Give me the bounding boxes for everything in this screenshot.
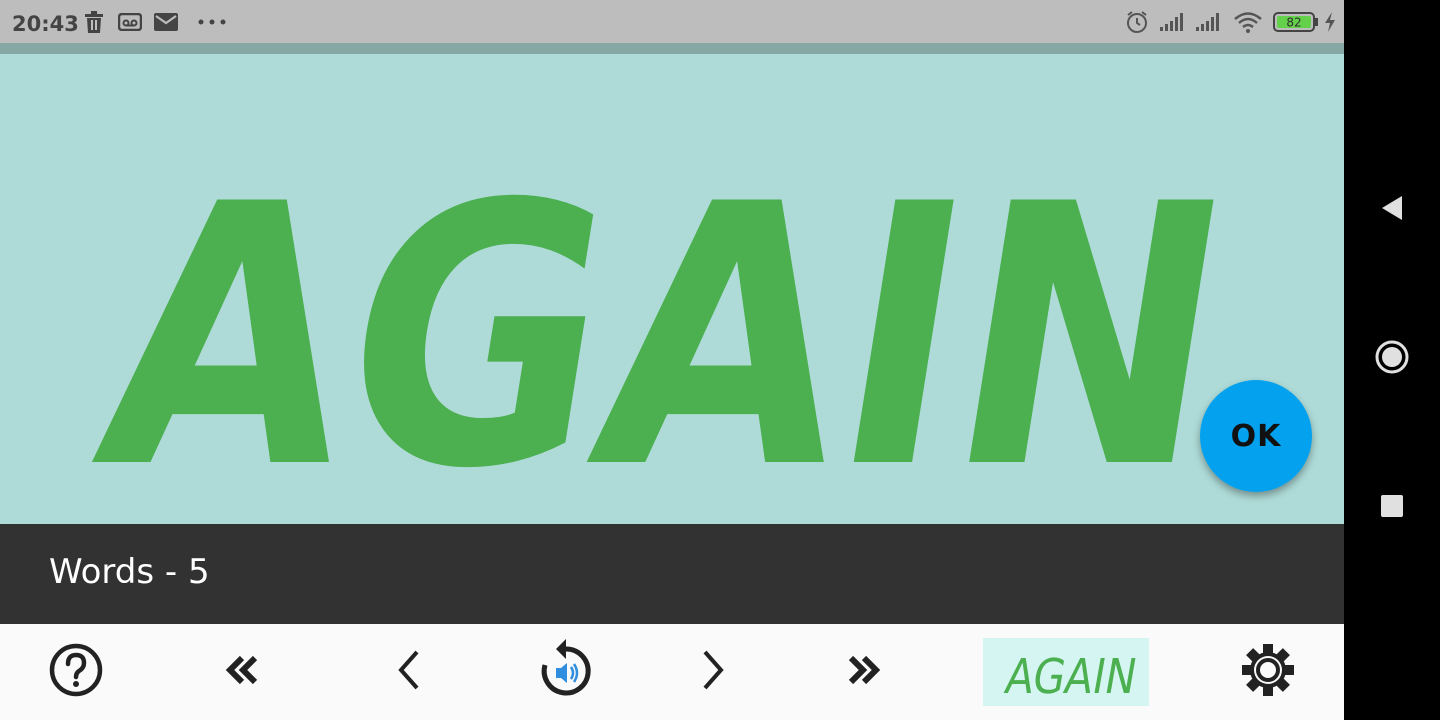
bottom-toolbar: AGAIN <box>0 624 1344 720</box>
help-icon <box>48 642 104 703</box>
words-count-label: Words - 5 <box>49 552 210 592</box>
last-button[interactable] <box>824 624 904 720</box>
alarm-icon <box>1124 0 1150 43</box>
status-bar: 20:43 82 <box>0 0 1344 43</box>
status-time: 20:43 <box>12 12 79 36</box>
wifi-icon <box>1232 0 1264 43</box>
battery-level: 82 <box>1286 15 1301 29</box>
next-button[interactable] <box>672 624 752 720</box>
mail-icon <box>153 0 179 43</box>
back-button[interactable] <box>1344 170 1440 250</box>
app-screen: 20:43 82 AGAIN OK Words - 5 AGAIN <box>0 0 1344 720</box>
recents-icon <box>1380 494 1404 523</box>
previous-button[interactable] <box>370 624 450 720</box>
word-display: AGAIN <box>77 129 1253 524</box>
home-icon <box>1374 339 1410 380</box>
recents-button[interactable] <box>1344 468 1440 548</box>
thumbnail-word: AGAIN <box>1001 649 1141 705</box>
back-icon <box>1380 194 1404 227</box>
more-dots-icon <box>197 0 227 43</box>
ok-button[interactable]: OK <box>1200 380 1312 492</box>
replay-audio-button[interactable] <box>526 624 606 720</box>
info-bar: Words - 5 <box>0 524 1344 624</box>
settings-button[interactable] <box>1228 624 1308 720</box>
app-top-strip <box>0 43 1344 54</box>
last-icon <box>844 652 884 693</box>
replay-audio-icon <box>536 637 596 708</box>
voicemail-icon <box>117 0 143 43</box>
trash-icon <box>82 0 106 43</box>
navigation-bar <box>1344 0 1440 720</box>
settings-icon <box>1240 642 1296 703</box>
next-icon <box>697 648 727 697</box>
signal-icon <box>1158 0 1188 43</box>
help-button[interactable] <box>36 624 116 720</box>
signal-icon <box>1194 0 1224 43</box>
home-button[interactable] <box>1344 319 1440 399</box>
word-text: AGAIN <box>77 129 1253 524</box>
battery-icon: 82 <box>1272 0 1320 43</box>
previous-icon <box>395 648 425 697</box>
word-thumbnail[interactable]: AGAIN <box>983 638 1149 706</box>
charging-icon <box>1322 0 1338 43</box>
word-card[interactable]: AGAIN OK <box>0 54 1344 524</box>
first-icon <box>222 652 262 693</box>
first-button[interactable] <box>202 624 282 720</box>
